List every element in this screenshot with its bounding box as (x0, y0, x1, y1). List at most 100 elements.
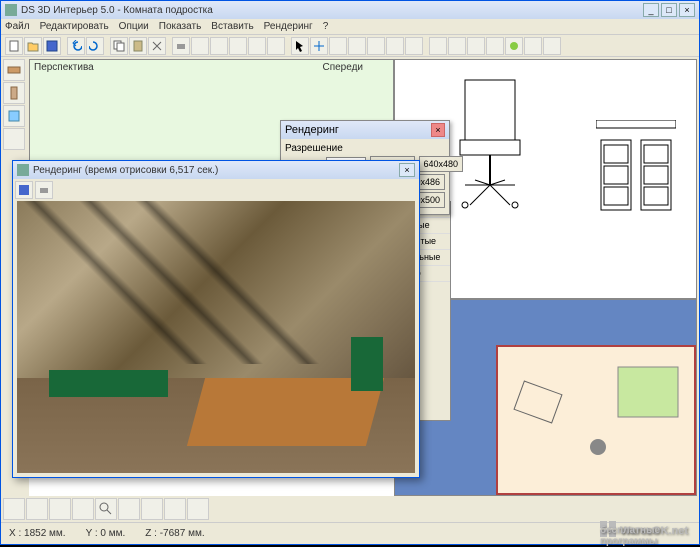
rotate-tool[interactable] (329, 37, 347, 55)
move-icon (313, 40, 325, 52)
render-print-button[interactable] (35, 181, 53, 199)
minimize-button[interactable]: _ (643, 3, 659, 17)
dialog-close-button[interactable]: × (431, 123, 445, 137)
menu-options[interactable]: Опции (119, 19, 149, 34)
view-top-button[interactable] (49, 498, 71, 520)
maximize-button[interactable]: □ (661, 3, 677, 17)
cut-button[interactable] (148, 37, 166, 55)
tool-5[interactable] (267, 37, 285, 55)
window-title: DS 3D Интерьер 5.0 - Комната подростка (21, 5, 643, 16)
undo-button[interactable] (67, 37, 85, 55)
paste-button[interactable] (129, 37, 147, 55)
menu-edit[interactable]: Редактировать (40, 19, 109, 34)
view-side-button[interactable] (26, 498, 48, 520)
floor-plan-svg (498, 347, 694, 493)
window-icon (7, 109, 21, 123)
print-icon (38, 184, 50, 196)
left-toolbar (3, 59, 27, 150)
menu-show[interactable]: Показать (159, 19, 202, 34)
menu-file[interactable]: Файл (5, 19, 30, 34)
resolution-label: Разрешение (285, 143, 445, 154)
viewport-label-front: Спереди (322, 62, 363, 73)
zoom-out-button[interactable] (141, 498, 163, 520)
cut-icon (151, 40, 163, 52)
close-button[interactable]: × (679, 3, 695, 17)
open-button[interactable] (24, 37, 42, 55)
chair-sketch (435, 70, 555, 210)
zoom-fit-button[interactable] (95, 498, 117, 520)
tool-7[interactable] (405, 37, 423, 55)
render-button[interactable] (505, 37, 523, 55)
door-tool[interactable] (3, 82, 25, 104)
watermark: WarezOK.net бесплатные программы (600, 518, 688, 539)
view-front-button[interactable] (3, 498, 25, 520)
measure-tool[interactable] (367, 37, 385, 55)
statusbar: X : 1852 мм. Y : 0 мм. Z : -7687 мм. (1, 522, 699, 544)
render-titlebar[interactable]: Рендеринг (время отрисовки 6,517 сек.) × (13, 161, 419, 179)
zoom-icon (99, 502, 113, 516)
print-button[interactable] (172, 37, 190, 55)
room-bed-headboard (351, 337, 383, 391)
select-tool[interactable] (291, 37, 309, 55)
tool-6[interactable] (386, 37, 404, 55)
render-close-button[interactable]: × (399, 163, 415, 177)
menu-help[interactable]: ? (323, 19, 329, 34)
wall-icon (7, 63, 21, 77)
move-tool[interactable] (310, 37, 328, 55)
bottom-tool-2[interactable] (187, 498, 209, 520)
tool-1[interactable] (191, 37, 209, 55)
save-button[interactable] (43, 37, 61, 55)
render-save-button[interactable] (15, 181, 33, 199)
view-tool-6[interactable] (543, 37, 561, 55)
bottom-toolbar (3, 498, 209, 520)
door-icon (7, 86, 21, 100)
dialog-titlebar[interactable]: Рендеринг × (281, 121, 449, 139)
room-desk (49, 370, 168, 397)
preset-640-button[interactable]: 640x480 (419, 156, 464, 172)
undo-icon (70, 40, 82, 52)
redo-icon (89, 40, 101, 52)
view-tool-3[interactable] (467, 37, 485, 55)
viewport-label-perspective: Перспектива (34, 62, 94, 73)
titlebar[interactable]: DS 3D Интерьер 5.0 - Комната подростка _… (1, 1, 699, 19)
render-window-title: Рендеринг (время отрисовки 6,517 сек.) (33, 165, 399, 176)
paste-icon (132, 40, 144, 52)
status-y: Y : 0 мм. (86, 528, 126, 539)
tool-2[interactable] (210, 37, 228, 55)
window-tool[interactable] (3, 105, 25, 127)
save-icon (18, 184, 30, 196)
wall-tool[interactable] (3, 59, 25, 81)
view-tool-1[interactable] (429, 37, 447, 55)
new-icon (8, 40, 20, 52)
floor-plan (496, 345, 696, 495)
render-preview-window[interactable]: Рендеринг (время отрисовки 6,517 сек.) × (12, 160, 420, 478)
open-icon (27, 40, 39, 52)
cabinet-sketch (596, 120, 676, 220)
watermark-subtitle: бесплатные программы (600, 525, 676, 547)
app-icon (5, 4, 17, 16)
status-x: X : 1852 мм. (9, 528, 66, 539)
furniture-tool[interactable] (3, 128, 25, 150)
tool-3[interactable] (229, 37, 247, 55)
render-image (17, 201, 415, 473)
menubar: Файл Редактировать Опции Показать Встави… (1, 19, 699, 35)
scale-tool[interactable] (348, 37, 366, 55)
zoom-in-button[interactable] (118, 498, 140, 520)
view-tool-4[interactable] (486, 37, 504, 55)
menu-rendering[interactable]: Рендеринг (264, 19, 313, 34)
bottom-tool-1[interactable] (164, 498, 186, 520)
view-persp-button[interactable] (72, 498, 94, 520)
copy-button[interactable] (110, 37, 128, 55)
dialog-title: Рендеринг (285, 124, 431, 136)
redo-button[interactable] (86, 37, 104, 55)
copy-icon (113, 40, 125, 52)
view-tool-2[interactable] (448, 37, 466, 55)
view-tool-5[interactable] (524, 37, 542, 55)
tool-4[interactable] (248, 37, 266, 55)
menu-insert[interactable]: Вставить (211, 19, 253, 34)
render-toolbar (13, 179, 419, 199)
new-button[interactable] (5, 37, 23, 55)
main-toolbar (1, 35, 699, 57)
arrow-icon (294, 40, 306, 52)
render-app-icon (17, 164, 29, 176)
